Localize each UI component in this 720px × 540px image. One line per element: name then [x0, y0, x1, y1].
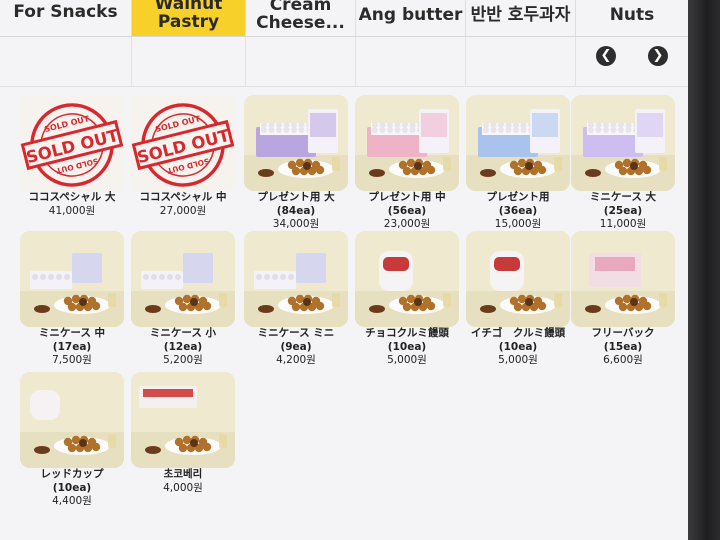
- sub-category-row: ❮ ❯: [0, 37, 688, 87]
- category-tab[interactable]: Cream Cheese...: [246, 0, 356, 36]
- product-price: 27,000원: [159, 205, 207, 217]
- product-card[interactable]: プレゼント用 大 (84ea) 34,000원: [244, 95, 348, 235]
- product-name: ココスペシャル 大: [28, 191, 116, 203]
- product-image: [355, 95, 459, 191]
- product-card[interactable]: SOLD OUT SOLD OUT SOLD OUT ココスペシャル 大 41,000원: [20, 95, 124, 235]
- category-tab-label: Ang butter: [358, 5, 463, 25]
- category-tab[interactable]: For Snacks: [0, 0, 132, 36]
- product-image: [466, 231, 570, 327]
- sub-cell: [132, 37, 246, 86]
- product-price: 4,000원: [163, 482, 203, 494]
- product-price: 5,000원: [387, 354, 427, 366]
- product-name: ミニケース ミニ: [257, 327, 335, 339]
- sub-cell: [246, 37, 356, 86]
- product-price: 15,000원: [494, 218, 542, 230]
- product-price: 5,200원: [163, 354, 203, 366]
- product-price: 11,000원: [599, 218, 647, 230]
- product-image: [131, 231, 235, 327]
- product-name: ミニケース 中: [38, 327, 106, 339]
- chevron-right-icon: ❯: [652, 48, 664, 63]
- category-tab[interactable]: Ang butter: [356, 0, 466, 36]
- product-name: イチゴ クルミ饅頭: [470, 327, 566, 339]
- product-image: [244, 95, 348, 191]
- product-card[interactable]: プレゼント用 中 (56ea) 23,000원: [355, 95, 459, 235]
- product-name: ミニケース 小: [149, 327, 217, 339]
- prev-page-button[interactable]: ❮: [596, 46, 616, 66]
- product-name: ミニケース 大: [589, 191, 657, 203]
- product-card[interactable]: ミニケース 中 (17ea) 7,500원: [20, 231, 124, 371]
- product-price: 41,000원: [48, 205, 96, 217]
- kiosk-screen: For Snacks Walnut Pastry Cream Cheese... Ang …: [0, 0, 688, 540]
- product-image: [131, 372, 235, 468]
- product-price: 4,400원: [52, 495, 92, 507]
- product-name: チョコクルミ饅頭: [365, 327, 449, 339]
- category-tab[interactable]: Nuts: [576, 0, 688, 36]
- next-page-button[interactable]: ❯: [648, 46, 668, 66]
- category-tab[interactable]: 반반 호두과자: [466, 0, 576, 36]
- product-quantity: (10ea): [52, 482, 92, 494]
- product-image: [355, 231, 459, 327]
- product-image: [466, 95, 570, 191]
- product-quantity: (10ea): [498, 341, 538, 353]
- product-card[interactable]: プレゼント用 (36ea) 15,000원: [466, 95, 570, 235]
- product-quantity: (36ea): [498, 205, 538, 217]
- category-tab-label: Cheese...: [256, 13, 345, 33]
- sub-cell: [0, 37, 132, 86]
- product-image: [20, 231, 124, 327]
- product-price: 7,500원: [52, 354, 92, 366]
- product-image: [571, 231, 675, 327]
- category-tab-label: For Snacks: [13, 2, 118, 22]
- product-card[interactable]: イチゴ クルミ饅頭 (10ea) 5,000원: [466, 231, 570, 371]
- category-tab-bar: For Snacks Walnut Pastry Cream Cheese... Ang …: [0, 0, 688, 37]
- product-name: プレゼント用 中: [368, 191, 446, 203]
- product-quantity: (17ea): [52, 341, 92, 353]
- product-card[interactable]: ミニケース 大 (25ea) 11,000원: [571, 95, 675, 235]
- sub-cell: [466, 37, 576, 86]
- chevron-left-icon: ❮: [600, 48, 612, 63]
- product-image: [571, 95, 675, 191]
- product-card[interactable]: ミニケース 小 (12ea) 5,200원: [131, 231, 235, 371]
- category-tab-label: Nuts: [609, 5, 655, 25]
- sub-cell: [356, 37, 466, 86]
- sold-out-image: SOLD OUT SOLD OUT SOLD OUT: [131, 95, 235, 191]
- product-quantity: (84ea): [276, 205, 316, 217]
- product-image: [244, 231, 348, 327]
- product-image: [20, 372, 124, 468]
- product-price: 5,000원: [498, 354, 538, 366]
- product-card[interactable]: SOLD OUT SOLD OUT SOLD OUT ココスペシャル 中 27,000원: [131, 95, 235, 235]
- product-name: ココスペシャル 中: [139, 191, 227, 203]
- product-quantity: (9ea): [280, 341, 312, 353]
- product-quantity: (10ea): [387, 341, 427, 353]
- product-name: プレゼント用 大: [257, 191, 335, 203]
- product-quantity: (15ea): [603, 341, 643, 353]
- device-bezel: [688, 0, 720, 540]
- category-tab-label: 반반 호두과자: [470, 5, 571, 25]
- product-card[interactable]: チョコクルミ饅頭 (10ea) 5,000원: [355, 231, 459, 371]
- product-price: 23,000원: [383, 218, 431, 230]
- product-name: プレゼント用: [486, 191, 550, 203]
- product-price: 34,000원: [272, 218, 320, 230]
- product-card[interactable]: 초코베리 4,000원: [131, 372, 235, 512]
- product-card[interactable]: レッドカップ (10ea) 4,400원: [20, 372, 124, 512]
- category-tab-label: Cream: [269, 0, 332, 15]
- product-price: 6,600원: [603, 354, 643, 366]
- product-card[interactable]: ミニケース ミニ (9ea) 4,200원: [244, 231, 348, 371]
- product-quantity: (25ea): [603, 205, 643, 217]
- product-name: フリーバック: [591, 327, 655, 339]
- product-name: レッドカップ: [40, 468, 104, 480]
- sold-out-image: SOLD OUT SOLD OUT SOLD OUT: [20, 95, 124, 191]
- category-tab-label: Pastry: [157, 12, 220, 32]
- product-name: 초코베리: [163, 468, 203, 480]
- product-quantity: (12ea): [163, 341, 203, 353]
- product-card[interactable]: フリーバック (15ea) 6,600원: [571, 231, 675, 371]
- product-quantity: (56ea): [387, 205, 427, 217]
- product-price: 4,200원: [276, 354, 316, 366]
- category-tab[interactable]: Walnut Pastry: [132, 0, 246, 36]
